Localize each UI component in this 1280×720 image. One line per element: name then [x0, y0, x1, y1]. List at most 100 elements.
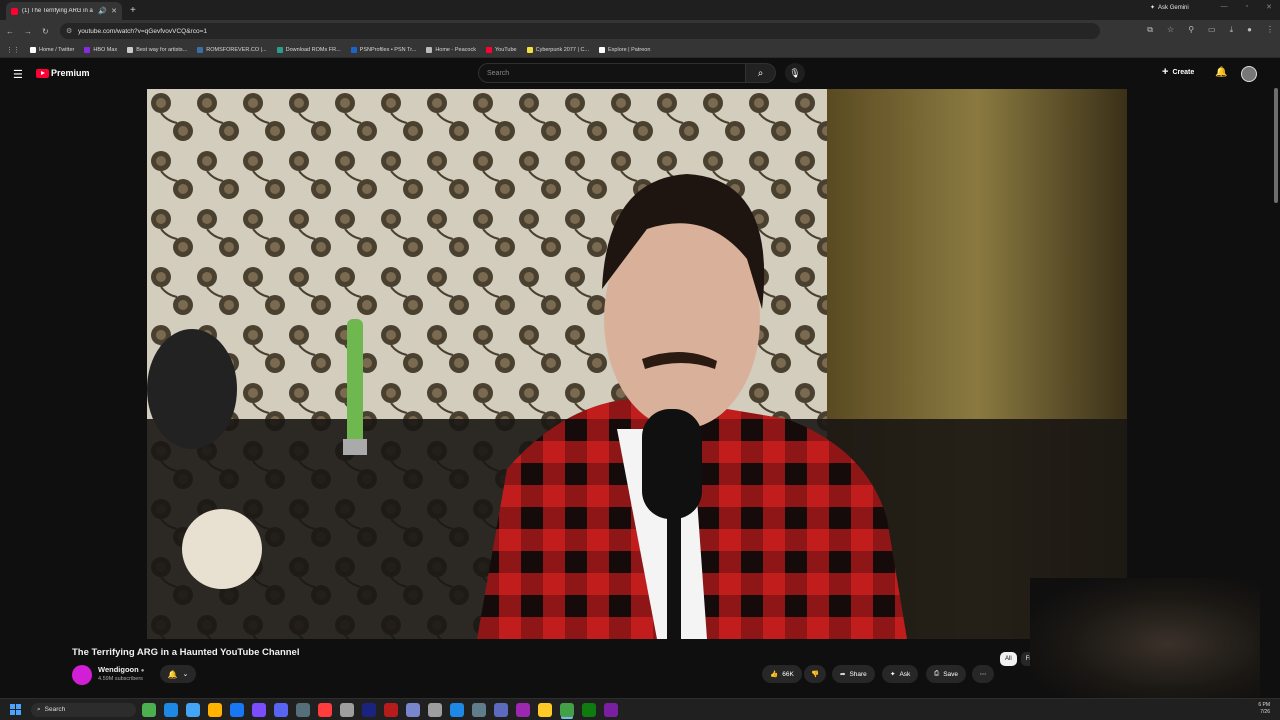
taskbar-app-icon[interactable] — [384, 702, 398, 717]
taskbar-app-icon[interactable] — [318, 702, 332, 717]
sparkle-icon: ✦ — [890, 671, 896, 678]
taskbar-app-icon[interactable] — [582, 702, 596, 717]
bookmark-item[interactable]: Home - Peacock — [426, 46, 476, 53]
youtube-premium-logo[interactable]: Premium — [36, 68, 90, 78]
speaker-icon[interactable]: 🔊 — [98, 7, 107, 15]
channel-avatar[interactable] — [72, 665, 92, 685]
more-actions-button[interactable]: ⋯ — [972, 665, 994, 683]
bookmark-label: HBO Max — [93, 46, 118, 53]
apps-grid-icon[interactable]: ⋮⋮ — [6, 46, 20, 54]
save-button[interactable]: ⎙ Save — [926, 665, 967, 683]
forward-icon[interactable]: → — [24, 27, 32, 36]
reload-icon[interactable]: ↻ — [42, 27, 49, 36]
taskbar-app-icon[interactable] — [428, 702, 442, 717]
site-info-icon[interactable]: ⚙ — [66, 27, 72, 35]
subscribed-notifications-button[interactable]: 🔔 ⌄ — [160, 665, 196, 683]
youtube-favicon-icon — [11, 7, 18, 15]
taskbar-app-icon[interactable] — [538, 702, 552, 717]
bookmark-label: Home - Peacock — [435, 46, 476, 53]
bookmark-item[interactable]: PSNProfiles • PSN Tr... — [350, 46, 417, 53]
maximize-icon[interactable]: ▫ — [1246, 3, 1248, 11]
account-avatar[interactable] — [1241, 66, 1257, 82]
bookmark-label: Explore | Patreon — [608, 46, 651, 53]
taskbar-app-icon[interactable] — [604, 702, 618, 717]
bookmark-label: Home / Twitter — [39, 46, 75, 53]
bookmarks-bar: ⋮⋮ Home / Twitter HBO Max Best way for art… — [0, 42, 1280, 58]
bookmark-favicon-icon — [485, 46, 492, 53]
browser-tab-strip: (1) The Terrifying ARG in a 🔊 ✕ + ✦ Ask … — [0, 0, 1280, 21]
windows-start-icon[interactable] — [10, 704, 21, 715]
chip-all[interactable]: All — [1000, 652, 1017, 666]
taskbar-app-icon[interactable] — [296, 702, 310, 717]
nav-buttons: ← → ↻ — [6, 27, 49, 36]
taskbar-app-icon[interactable] — [186, 702, 200, 717]
youtube-masthead: ☰ Premium Search ⌕ 🎙 + Create 🔔 — [0, 58, 1280, 88]
close-window-icon[interactable]: ✕ — [1266, 3, 1272, 11]
save-label: Save — [943, 670, 959, 678]
taskbar-app-icon[interactable] — [560, 702, 574, 717]
bookmark-item[interactable]: HBO Max — [84, 46, 118, 53]
share-label: Share — [849, 670, 867, 678]
bookmark-item[interactable]: Home / Twitter — [30, 46, 75, 53]
bookmark-item[interactable]: Best way for artists... — [127, 46, 187, 53]
taskbar-app-icon[interactable] — [494, 702, 508, 717]
page-scrollbar[interactable] — [1274, 88, 1278, 203]
channel-name[interactable]: Wendigoon ● — [98, 665, 144, 674]
extensions-icon[interactable]: ⚲ — [1188, 25, 1194, 35]
voice-search-button[interactable]: 🎙 — [785, 63, 805, 83]
new-tab-button[interactable]: + — [130, 5, 136, 16]
profile-icon[interactable]: ● — [1247, 25, 1252, 35]
like-button[interactable]: 👍 66K — [762, 665, 802, 683]
bookmark-favicon-icon — [127, 46, 134, 53]
ask-gemini-button[interactable]: ✦ Ask Gemini — [1150, 4, 1189, 12]
taskbar-app-icon[interactable] — [274, 702, 288, 717]
chevron-down-icon: ⌄ — [182, 671, 189, 678]
bookmark-label: Cyberpunk 2077 | C... — [535, 46, 589, 53]
system-clock[interactable]: 6 PM 7/26 — [1258, 702, 1270, 716]
close-tab-icon[interactable]: ✕ — [111, 7, 117, 15]
url-field[interactable]: ⚙ youtube.com/watch?v=qGevfvovVCQ&rco=1 — [60, 23, 1100, 39]
bookmark-label: PSNProfiles • PSN Tr... — [359, 46, 417, 53]
back-icon[interactable]: ← — [6, 27, 14, 36]
create-button[interactable]: + Create — [1162, 66, 1194, 78]
taskbar-app-icon[interactable] — [230, 702, 244, 717]
taskbar-app-icon[interactable] — [252, 702, 266, 717]
bookmark-item[interactable]: Cyberpunk 2077 | C... — [526, 46, 589, 53]
hamburger-menu-icon[interactable]: ☰ — [13, 68, 23, 81]
side-panel-icon[interactable]: ▭ — [1208, 25, 1216, 35]
ask-button[interactable]: ✦ Ask — [882, 665, 919, 683]
ask-gemini-label: Ask Gemini — [1158, 4, 1189, 11]
taskbar-app-icon[interactable] — [208, 702, 222, 717]
browser-tab-active[interactable]: (1) The Terrifying ARG in a 🔊 ✕ — [6, 1, 122, 21]
taskbar-app-icon[interactable] — [450, 702, 464, 717]
bookmark-item[interactable]: ROMSFOREVER.CO |... — [197, 46, 267, 53]
taskbar-search-input[interactable]: ⌕ Search — [31, 702, 136, 717]
taskbar-app-icon[interactable] — [472, 702, 486, 717]
share-button[interactable]: ➦ Share — [832, 665, 875, 683]
dislike-button[interactable]: 👎 — [804, 665, 826, 683]
download-icon[interactable]: ⤓ — [1230, 25, 1234, 35]
search-button[interactable]: ⌕ — [746, 63, 776, 83]
bookmark-favicon-icon — [30, 46, 36, 53]
microphone-icon: 🎙 — [789, 67, 801, 78]
more-horizontal-icon: ⋯ — [979, 671, 987, 678]
install-app-icon[interactable]: ⧉ — [1147, 25, 1153, 35]
taskbar-app-icon[interactable] — [164, 702, 178, 717]
taskbar-app-icon[interactable] — [142, 702, 156, 717]
bookmark-item[interactable]: Download ROMs FR... — [276, 46, 341, 53]
taskbar-app-icon[interactable] — [406, 702, 420, 717]
clock-time: 6 PM — [1258, 702, 1270, 708]
channel-name-text: Wendigoon — [98, 665, 139, 674]
bookmark-item[interactable]: Explore | Patreon — [599, 46, 651, 53]
bookmark-star-icon[interactable]: ☆ — [1167, 25, 1174, 35]
notifications-bell-icon[interactable]: 🔔 — [1215, 67, 1227, 78]
bookmark-item[interactable]: YouTube — [485, 46, 517, 53]
video-frame — [147, 89, 1127, 639]
video-player[interactable] — [147, 89, 1127, 639]
minimize-icon[interactable]: — — [1221, 3, 1228, 11]
taskbar-app-icon[interactable] — [340, 702, 354, 717]
taskbar-app-icon[interactable] — [362, 702, 376, 717]
search-input[interactable]: Search — [478, 63, 746, 83]
taskbar-app-icon[interactable] — [516, 702, 530, 717]
browser-menu-icon[interactable]: ⋮ — [1266, 25, 1274, 35]
